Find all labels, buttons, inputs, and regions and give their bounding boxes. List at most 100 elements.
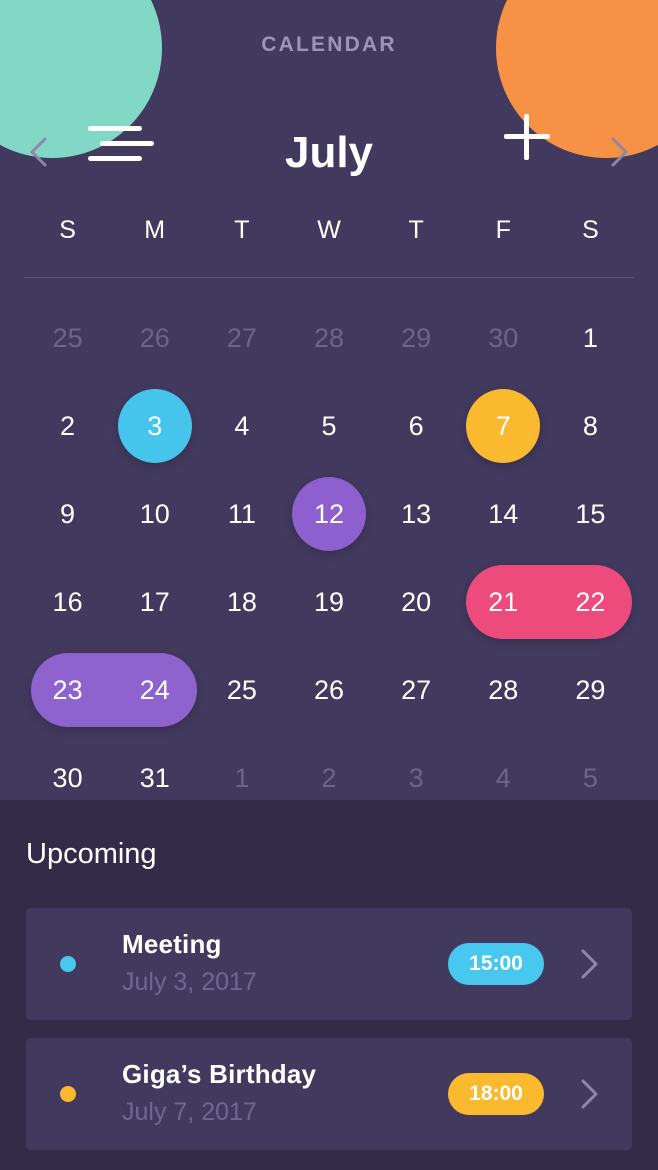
day-cell[interactable]: 16 [24, 558, 111, 646]
day-number: 4 [495, 762, 511, 793]
weekday-label: S [59, 216, 76, 244]
day-number: 27 [226, 322, 257, 353]
day-cell[interactable]: 3 [111, 382, 198, 470]
header-divider [24, 277, 634, 278]
day-number: 10 [139, 498, 170, 529]
day-number: 1 [234, 762, 250, 793]
day-number: 7 [495, 410, 511, 441]
day-number: 26 [313, 674, 345, 705]
day-cell[interactable]: 10 [111, 470, 198, 558]
day-number: 28 [488, 674, 519, 705]
day-cell[interactable]: 25 [198, 646, 285, 734]
day-cell[interactable]: 29 [373, 294, 460, 382]
day-cell[interactable]: 19 [285, 558, 372, 646]
upcoming-section: Upcoming Meeting July 3, 2017 15:00 Giga’s … [0, 800, 658, 1170]
day-cell[interactable]: 29 [547, 646, 634, 734]
day-number: 1 [582, 322, 598, 353]
event-date: July 7, 2017 [122, 1098, 257, 1126]
day-number: 25 [226, 674, 257, 705]
day-cell[interactable]: 14 [460, 470, 547, 558]
day-cell[interactable]: 30 [460, 294, 547, 382]
day-number: 15 [575, 498, 606, 529]
day-cell[interactable]: 9 [24, 470, 111, 558]
day-number: 21 [488, 586, 519, 617]
event-color-dot [60, 956, 76, 972]
day-number: 18 [226, 586, 257, 617]
day-cell[interactable]: 28 [460, 646, 547, 734]
day-cell[interactable]: 21 [460, 558, 633, 646]
day-cell[interactable]: 1 [198, 734, 285, 822]
day-number: 8 [582, 410, 598, 441]
day-cell[interactable]: 15 [547, 470, 634, 558]
weekday-label: W [317, 216, 341, 244]
day-number: 3 [147, 410, 163, 441]
day-cell[interactable]: 17 [111, 558, 198, 646]
day-cell[interactable]: 12 [285, 470, 372, 558]
day-cell[interactable]: 22 [547, 558, 634, 646]
day-number: 30 [52, 762, 83, 793]
day-number: 29 [401, 322, 432, 353]
day-cell[interactable]: 5 [285, 382, 372, 470]
day-cell[interactable]: 5 [547, 734, 634, 822]
day-number: 31 [139, 762, 170, 793]
day-number: 14 [488, 498, 519, 529]
day-cell[interactable]: 27 [373, 646, 460, 734]
day-number: 17 [139, 586, 170, 617]
day-number: 16 [52, 586, 83, 617]
weekday-label: T [234, 216, 250, 244]
day-cell[interactable]: 25 [24, 294, 111, 382]
day-number: 24 [139, 674, 170, 705]
day-number: 3 [408, 762, 424, 793]
day-cell[interactable]: 26 [285, 646, 372, 734]
day-cell[interactable]: 20 [373, 558, 460, 646]
event-time-badge: 18:00 [448, 1073, 544, 1115]
event-card[interactable]: Meeting July 3, 2017 15:00 [26, 908, 632, 1020]
day-number: 2 [321, 762, 337, 793]
day-number: 25 [52, 322, 83, 353]
day-cell[interactable]: 4 [460, 734, 547, 822]
day-number: 6 [408, 410, 424, 441]
day-cell[interactable]: 2 [24, 382, 111, 470]
day-cell[interactable]: 31 [111, 734, 198, 822]
chevron-right-icon [581, 949, 598, 979]
day-cell[interactable]: 2 [285, 734, 372, 822]
day-cell[interactable]: 7 [460, 382, 547, 470]
weekday-label: F [495, 216, 511, 244]
day-cell[interactable]: 18 [198, 558, 285, 646]
day-number: 13 [401, 498, 432, 529]
day-cell[interactable]: 27 [198, 294, 285, 382]
day-cell[interactable]: 13 [373, 470, 460, 558]
day-cell[interactable]: 3 [373, 734, 460, 822]
day-number: 19 [313, 586, 345, 617]
event-open-button[interactable] [575, 1077, 603, 1111]
day-number: 29 [575, 674, 606, 705]
event-open-button[interactable] [575, 947, 603, 981]
upcoming-event-list: Meeting July 3, 2017 15:00 Giga’s Birthday J… [26, 908, 632, 1168]
page-title: CALENDAR [261, 33, 397, 56]
day-cell[interactable]: 6 [373, 382, 460, 470]
day-cell[interactable]: 30 [24, 734, 111, 822]
event-time-badge: 15:00 [448, 943, 544, 985]
top-bar: CALENDAR [0, 0, 658, 161]
day-cell[interactable]: 1 [547, 294, 634, 382]
weekday-label: M [144, 216, 166, 244]
day-number: 27 [401, 674, 432, 705]
next-month-button[interactable] [602, 135, 636, 169]
day-number: 20 [401, 586, 432, 617]
day-cell[interactable]: 26 [111, 294, 198, 382]
day-cell[interactable]: 28 [285, 294, 372, 382]
event-card[interactable]: Giga’s Birthday July 7, 2017 18:00 [26, 1038, 632, 1150]
day-cell[interactable]: 11 [198, 470, 285, 558]
upcoming-heading: Upcoming [26, 838, 157, 870]
calendar-app: CALENDAR July SMTWTFS 25 26 27 28 29 30 1 2 3 4 5 6… [0, 0, 658, 1170]
day-cell[interactable]: 23 [24, 646, 197, 734]
day-number: 30 [488, 322, 519, 353]
event-date: July 3, 2017 [122, 968, 257, 996]
day-number: 2 [60, 410, 76, 441]
day-number: 5 [321, 410, 337, 441]
day-grid: 25 26 27 28 29 30 1 2 3 4 5 6 7 8 9 10 11 12 13 14 15 16 17 18 1… [24, 294, 634, 822]
day-cell[interactable]: 8 [547, 382, 634, 470]
day-cell[interactable]: 4 [198, 382, 285, 470]
day-cell[interactable]: 24 [111, 646, 198, 734]
chevron-right-icon [611, 137, 628, 167]
